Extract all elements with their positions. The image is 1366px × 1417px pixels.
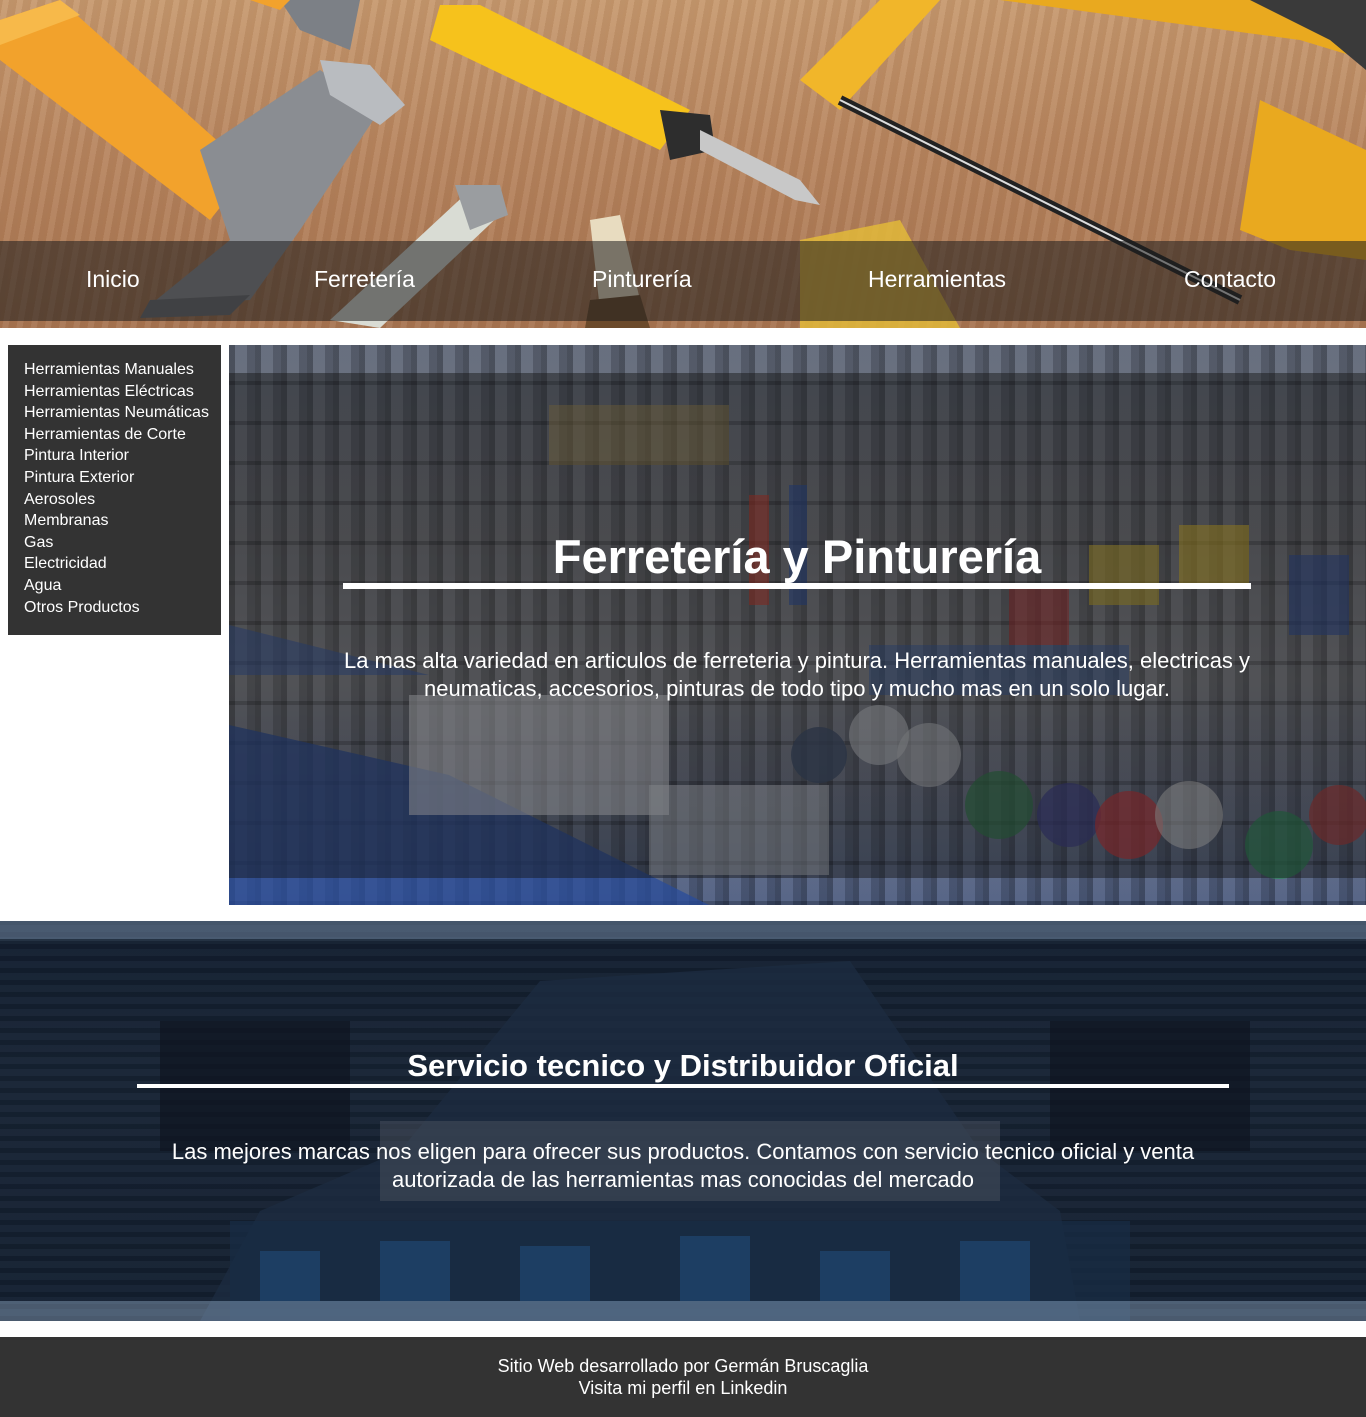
nav-ferreteria[interactable]: Ferretería	[314, 266, 415, 293]
service-title: Servicio tecnico y Distribuidor Oficial	[407, 1048, 959, 1083]
nav-contacto[interactable]: Contacto	[1184, 266, 1276, 293]
nav-pintureria[interactable]: Pinturería	[592, 266, 692, 293]
hero-title: Ferretería y Pinturería	[552, 530, 1042, 583]
sidebar-item-otros-productos[interactable]: Otros Productos	[24, 597, 221, 619]
service-description: Las mejores marcas nos eligen para ofrec…	[171, 1139, 1195, 1192]
header-banner: Inicio Ferretería Pinturería Herramienta…	[0, 0, 1366, 328]
category-list: Herramientas Manuales Herramientas Eléct…	[24, 359, 221, 618]
footer-credit: Sitio Web desarrollado por Germán Brusca…	[497, 1356, 869, 1376]
sidebar-item-pintura-exterior[interactable]: Pintura Exterior	[24, 467, 221, 489]
hero-overlay	[229, 373, 1366, 878]
footer: Sitio Web desarrollado por Germán Brusca…	[0, 1337, 1366, 1417]
nav-herramientas[interactable]: Herramientas	[868, 266, 1006, 293]
main-nav: Inicio Ferretería Pinturería Herramienta…	[0, 241, 1366, 321]
hero-section: Ferretería y Pinturería La mas alta vari…	[229, 345, 1366, 905]
sidebar-item-electricidad[interactable]: Electricidad	[24, 553, 221, 575]
category-sidebar: Herramientas Manuales Herramientas Eléct…	[8, 345, 221, 635]
service-overlay	[0, 941, 1366, 1301]
sidebar-item-aerosoles[interactable]: Aerosoles	[24, 489, 221, 511]
service-section: Servicio tecnico y Distribuidor Oficial …	[0, 921, 1366, 1321]
linkedin-profile-link[interactable]: Visita mi perfil en Linkedin	[579, 1378, 788, 1398]
hero-divider	[343, 583, 1251, 589]
sidebar-item-herramientas-neumaticas[interactable]: Herramientas Neumáticas	[24, 402, 221, 424]
sidebar-item-gas[interactable]: Gas	[24, 532, 221, 554]
sidebar-item-herramientas-manuales[interactable]: Herramientas Manuales	[24, 359, 221, 381]
sidebar-item-membranas[interactable]: Membranas	[24, 510, 221, 532]
service-divider	[137, 1084, 1229, 1088]
sidebar-item-herramientas-electricas[interactable]: Herramientas Eléctricas	[24, 381, 221, 403]
sidebar-item-herramientas-de-corte[interactable]: Herramientas de Corte	[24, 424, 221, 446]
sidebar-item-agua[interactable]: Agua	[24, 575, 221, 597]
hero-description: La mas alta variedad en articulos de fer…	[343, 648, 1251, 701]
sidebar-item-pintura-interior[interactable]: Pintura Interior	[24, 445, 221, 467]
nav-inicio[interactable]: Inicio	[86, 266, 140, 293]
